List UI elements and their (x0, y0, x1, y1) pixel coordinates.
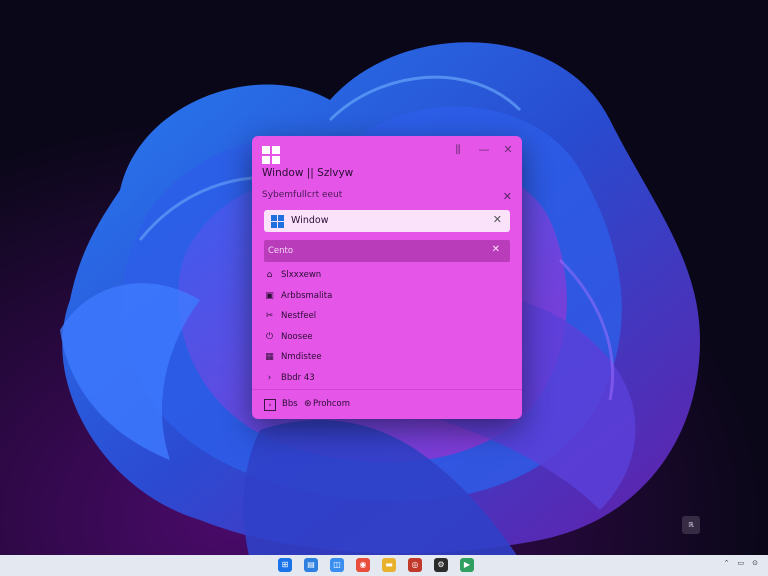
section-close-icon[interactable]: ✕ (503, 190, 512, 203)
clock-icon[interactable]: ⊙ (752, 559, 758, 567)
menu-item-4[interactable]: ⏻ Noosee (264, 328, 510, 349)
selected-item[interactable]: Cento ✕ (264, 240, 510, 262)
windows-logo-icon (271, 215, 284, 228)
chrome-icon[interactable]: ◉ (356, 558, 370, 572)
close-icon[interactable]: ✕ (492, 244, 500, 255)
footer-right-label[interactable]: Prohcom (313, 399, 350, 409)
terminal-icon[interactable]: › (264, 399, 276, 411)
minimize-button[interactable]: — (476, 142, 492, 158)
folder-icon[interactable]: ▬ (382, 558, 396, 572)
menu-item-label: Slxxxewn (281, 270, 322, 280)
menu-item-label: Noosee (281, 331, 313, 342)
footer-left-label[interactable]: Bbs (282, 399, 298, 409)
menu-item-label: Bbdr 43 (281, 372, 315, 383)
menu-item-2[interactable]: ▣ Arbbsmalita (264, 287, 510, 308)
desktop-corner-icon[interactable]: ℝ (682, 516, 700, 534)
tools-icon: ✂ (265, 311, 274, 321)
search-input[interactable]: Window ✕ (264, 210, 510, 232)
power-icon: ⏻ (265, 331, 274, 342)
terminal-icon: › (267, 372, 272, 383)
clear-search-icon[interactable]: ✕ (493, 213, 502, 226)
search-input-value: Window (291, 215, 329, 226)
window-panel: Window || Szlvyw ⫼ — ✕ Sybemfullcrt eeut… (252, 136, 522, 419)
network-icon[interactable]: ▭ (738, 559, 745, 567)
taskbar: ⊞ ▤ ◫ ◉ ▬ ◎ ⚙ ▶ ⌃ ▭ ⊙ (0, 555, 768, 576)
app-icon: ▣ (265, 290, 274, 301)
store-icon[interactable]: ◫ (330, 558, 344, 572)
panel-header: Window || Szlvyw ⫼ — ✕ (252, 136, 522, 186)
taskbar-icons: ⊞ ▤ ◫ ◉ ▬ ◎ ⚙ ▶ (278, 558, 486, 573)
keyboard-icon: ▦ (265, 352, 274, 362)
menu-item-label: Arbbsmalita (281, 290, 333, 301)
panel-title: Window || Szlvyw (262, 167, 354, 179)
settings-icon[interactable]: ⚙ (434, 558, 448, 572)
panel-footer: › Bbs ⊛ Prohcom (264, 398, 510, 412)
section-header: Sybemfullcrt eeut ✕ (262, 190, 512, 206)
menu-item-6[interactable]: › Bbdr 43 (264, 369, 510, 390)
pin-icon[interactable]: ⫼ (450, 142, 466, 158)
close-button[interactable]: ✕ (500, 142, 516, 158)
start-icon[interactable]: ⊞ (278, 558, 292, 572)
menu-item-3[interactable]: ✂ Nestfeel (264, 307, 510, 328)
globe-icon: ⊛ (304, 399, 312, 409)
menu-item-label: Nestfeel (281, 311, 317, 321)
menu-item-5[interactable]: ▦ Nmdistee (264, 348, 510, 369)
file-explorer-icon[interactable]: ▤ (304, 558, 318, 572)
media-icon[interactable]: ▶ (460, 558, 474, 572)
chevron-up-icon[interactable]: ⌃ (724, 559, 730, 567)
system-tray: ⌃ ▭ ⊙ (716, 559, 758, 567)
selected-item-label: Cento (268, 246, 294, 256)
menu-list: ⌂ Slxxxewn ▣ Arbbsmalita ✂ Nestfeel ⏻ No… (264, 266, 510, 389)
windows-logo-icon (262, 146, 280, 164)
app-icon[interactable]: ◎ (408, 558, 422, 572)
menu-item-1[interactable]: ⌂ Slxxxewn (264, 266, 510, 287)
section-header-label: Sybemfullcrt eeut (262, 190, 343, 200)
home-icon: ⌂ (266, 270, 273, 280)
footer-divider (252, 389, 522, 390)
menu-item-label: Nmdistee (281, 352, 322, 362)
